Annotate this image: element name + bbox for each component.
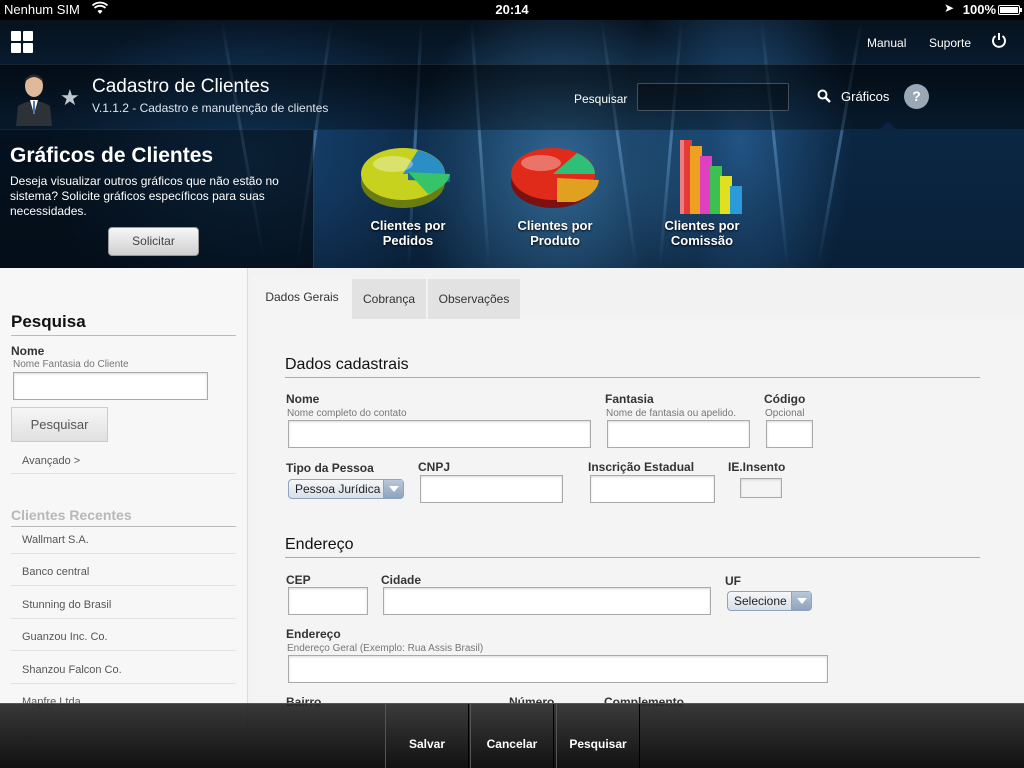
chart-tile-comissao[interactable]: Clientes por Comissão [642, 136, 762, 248]
recent-client-item[interactable]: Guanzou Inc. Co. [22, 631, 108, 643]
cidade-input[interactable] [383, 587, 711, 615]
tipo-pessoa-label: Tipo da Pessoa [286, 461, 374, 475]
ie-isento-checkbox[interactable] [740, 478, 782, 498]
endereco-label: Endereço [286, 627, 341, 641]
nome-label: Nome [286, 392, 320, 406]
suporte-link[interactable]: Suporte [929, 36, 971, 50]
pie-chart-icon [361, 148, 450, 208]
apps-grid-icon[interactable] [11, 31, 33, 53]
endereco-input[interactable] [288, 655, 828, 683]
user-avatar-icon [14, 70, 54, 126]
chart-label-line2: Produto [530, 233, 580, 248]
chart-tile-pedidos[interactable]: Clientes por Pedidos [348, 136, 468, 248]
tipo-pessoa-value: Pessoa Jurídica [295, 482, 381, 496]
cidade-label: Cidade [381, 573, 422, 587]
chart-label-line2: Comissão [670, 233, 734, 248]
endereco-hint: Endereço Geral (Exemplo: Rua Assis Brasi… [287, 643, 484, 654]
sidebar-nome-input[interactable] [13, 372, 208, 400]
chart-tile-produto[interactable]: Clientes por Produto [495, 136, 615, 248]
nome-input[interactable] [288, 420, 591, 448]
sidebar-title: Pesquisa [11, 312, 236, 336]
search-label: Pesquisar [574, 92, 628, 106]
ie-isento-label: IE.Insento [728, 460, 786, 474]
chart-label-line1: Clientes por [664, 218, 740, 233]
nome-hint: Nome completo do contato [287, 408, 407, 419]
sidebar: Pesquisa Nome Nome Fantasia do Cliente P… [0, 268, 248, 768]
section-title-dados: Dados cadastrais [285, 356, 409, 373]
codigo-label: Código [764, 392, 806, 406]
chart-label-line1: Clientes por [370, 218, 446, 233]
banner-title: Gráficos de Clientes [10, 144, 214, 167]
power-icon[interactable] [990, 32, 1008, 50]
codigo-input[interactable] [766, 420, 813, 448]
bottom-toolbar: Salvar Cancelar Pesquisar [0, 703, 1024, 768]
recent-client-item[interactable]: Stunning do Brasil [22, 599, 111, 611]
solicitar-button[interactable]: Solicitar [108, 227, 199, 256]
recent-client-item[interactable]: Shanzou Falcon Co. [22, 664, 122, 676]
clock: 20:14 [495, 2, 529, 17]
top-nav: Manual Suporte [0, 20, 1024, 64]
pie-chart-icon [511, 148, 599, 208]
cep-input[interactable] [288, 587, 368, 615]
cancel-button[interactable]: Cancelar [470, 704, 554, 768]
save-button[interactable]: Salvar [385, 704, 469, 768]
fantasia-hint: Nome de fantasia ou apelido. [606, 408, 737, 419]
charts-banner: Gráficos de Clientes Deseja visualizar o… [0, 130, 1024, 268]
advanced-link[interactable]: Avançado > [22, 455, 80, 467]
fantasia-input[interactable] [607, 420, 750, 448]
app-title: Cadastro de Clientes [92, 76, 270, 97]
banner-text: Deseja visualizar outros gráficos que nã… [10, 174, 279, 218]
chart-label-line2: Pedidos [382, 233, 434, 248]
app-header: Manual Suporte ★ Cadastro de Clientes V.… [0, 20, 1024, 268]
search-button[interactable]: Pesquisar [556, 704, 640, 768]
tipo-pessoa-select[interactable]: Pessoa Jurídica [288, 479, 404, 499]
tab-observacoes[interactable]: Observações [428, 279, 520, 321]
uf-value: Selecione [734, 594, 787, 608]
location-icon: ➤ [943, 1, 954, 15]
inscricao-estadual-input[interactable] [590, 475, 715, 503]
recent-client-item[interactable]: Wallmart S.A. [22, 534, 89, 546]
app-subtitle: V.1.1.2 - Cadastro e manutenção de clien… [92, 101, 329, 115]
fantasia-label: Fantasia [605, 392, 654, 406]
header-search-input[interactable] [637, 83, 789, 111]
battery-percent: 100% [962, 2, 996, 17]
chevron-down-icon [383, 480, 403, 498]
main-content: Pesquisa Nome Nome Fantasia do Cliente P… [0, 268, 1024, 768]
sidebar-search-button[interactable]: Pesquisar [11, 407, 108, 442]
chart-label-line1: Clientes por [517, 218, 593, 233]
sidebar-nome-label: Nome [11, 344, 45, 358]
bar-chart-icon [680, 140, 742, 214]
cep-label: CEP [286, 573, 311, 587]
magnify-icon[interactable] [817, 89, 831, 103]
cnpj-input[interactable] [420, 475, 563, 503]
tab-dados-gerais[interactable]: Dados Gerais [252, 277, 352, 319]
inscricao-estadual-label: Inscrição Estadual [588, 460, 695, 474]
chevron-down-icon [791, 592, 811, 610]
help-icon[interactable]: ? [904, 84, 929, 109]
uf-label: UF [725, 574, 741, 588]
uf-select[interactable]: Selecione [727, 591, 812, 611]
ios-status-bar: Nenhum SIM 20:14 ➤ 100% [0, 0, 1024, 20]
app-bar: ★ Cadastro de Clientes V.1.1.2 - Cadastr… [0, 64, 1024, 131]
section-title-endereco: Endereço [285, 536, 354, 553]
sidebar-nome-hint: Nome Fantasia do Cliente [13, 359, 129, 370]
recent-clients-title: Clientes Recentes [11, 507, 236, 527]
tab-cobranca[interactable]: Cobrança [352, 279, 426, 321]
codigo-hint: Opcional [765, 408, 805, 419]
cnpj-label: CNPJ [418, 460, 451, 474]
manual-link[interactable]: Manual [867, 36, 906, 50]
favorite-star-icon[interactable]: ★ [60, 85, 80, 111]
battery-icon [998, 5, 1022, 15]
banner-info: Gráficos de Clientes Deseja visualizar o… [0, 130, 314, 268]
recent-client-item[interactable]: Banco central [22, 566, 89, 578]
graficos-link[interactable]: Gráficos [841, 89, 889, 104]
